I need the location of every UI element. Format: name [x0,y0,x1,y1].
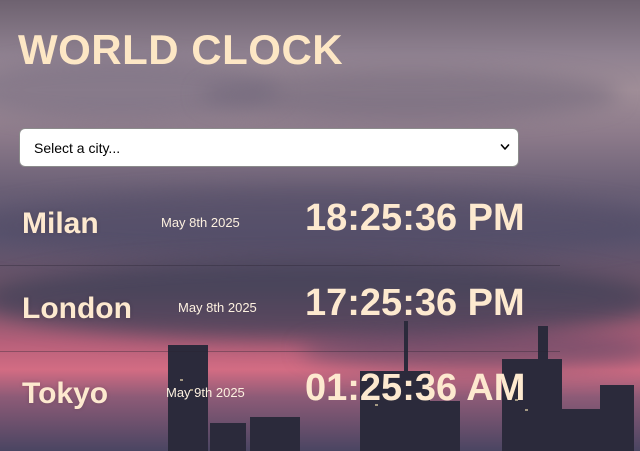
city-date: May 8th 2025 [161,215,240,230]
city-time: 18:25:36 PM [305,197,525,239]
city-name: Tokyo [22,377,109,410]
clock-row-milan: Milan May 8th 2025 18:25:36 PM [0,180,560,266]
clock-row-london: London May 8th 2025 17:25:36 PM [0,266,560,352]
city-time: 17:25:36 PM [305,282,525,324]
city-date: May 8th 2025 [178,300,257,315]
city-time: 01:25:36 AM [305,367,526,409]
city-date: May 9th 2025 [166,385,245,400]
clock-row-tokyo: Tokyo May 9th 2025 01:25:36 AM [0,352,560,438]
city-name: Milan [22,207,99,240]
city-name: London [22,292,132,325]
page-title: WORLD CLOCK [18,26,344,73]
chevron-down-icon [500,144,510,150]
city-select-value: Select a city... [34,140,121,156]
city-select[interactable]: Select a city... [19,128,519,167]
